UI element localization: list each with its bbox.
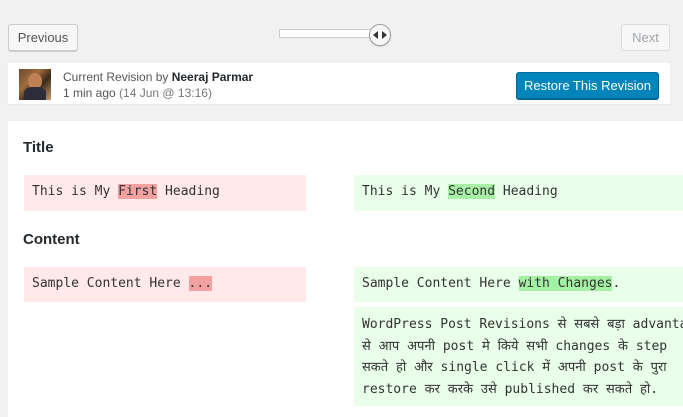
diff-text: Sample Content Here [362, 276, 519, 291]
revision-slider-handle[interactable] [369, 24, 391, 46]
revision-time: 1 min ago (14 Jun @ 13:16) [63, 86, 212, 100]
paragraph-line: WordPress Post Revisions से सबसे बड़ा ad… [362, 317, 683, 332]
next-button[interactable]: Next [621, 24, 670, 51]
diff-text: Sample Content Here [32, 276, 189, 291]
diff-text: Heading [495, 184, 558, 199]
revision-byline: Current Revision by Neeraj Parmar [63, 70, 253, 84]
deleted-word: ... [188, 276, 213, 291]
author-name: Neeraj Parmar [171, 70, 254, 84]
inserted-word: Second [448, 184, 496, 199]
deleted-word: First [118, 184, 158, 199]
revision-timestamp: (14 Jun @ 13:16) [119, 86, 212, 100]
arrows-left-right-icon [373, 31, 387, 39]
paragraph-line: सकते हो और single click में अपनी post के… [362, 360, 667, 375]
title-new-cell: This is My Second Heading [354, 175, 683, 211]
previous-button[interactable]: Previous [8, 24, 78, 51]
byline-prefix: Current Revision by [63, 70, 169, 84]
restore-revision-button[interactable]: Restore This Revision [516, 72, 659, 99]
diff-panel: Title This is My First Heading This is M… [8, 121, 683, 417]
title-old-cell: This is My First Heading [24, 175, 306, 211]
diff-text: This is My [32, 184, 119, 199]
diff-text: This is My [362, 184, 449, 199]
content-section-heading: Content [23, 231, 80, 248]
revision-meta-bar: Current Revision by Neeraj Parmar 1 min … [8, 63, 670, 104]
content-old-cell: Sample Content Here ... [24, 267, 306, 302]
content-new-cell: Sample Content Here with Changes. [354, 267, 683, 302]
added-paragraph: WordPress Post Revisions से सबसे बड़ा ad… [354, 307, 683, 406]
revision-slider-track[interactable] [279, 29, 375, 38]
paragraph-line: से आप अपनी post मे किये सभी changes के s… [362, 338, 668, 354]
title-section-heading: Title [23, 139, 54, 156]
paragraph-line: restore कर करके उसे published कर सकते हो… [362, 381, 659, 397]
author-avatar [19, 69, 51, 100]
diff-text: Heading [157, 184, 220, 199]
inserted-word: with Changes [518, 276, 613, 291]
diff-text: . [612, 276, 621, 291]
relative-time: 1 min ago [63, 86, 116, 100]
